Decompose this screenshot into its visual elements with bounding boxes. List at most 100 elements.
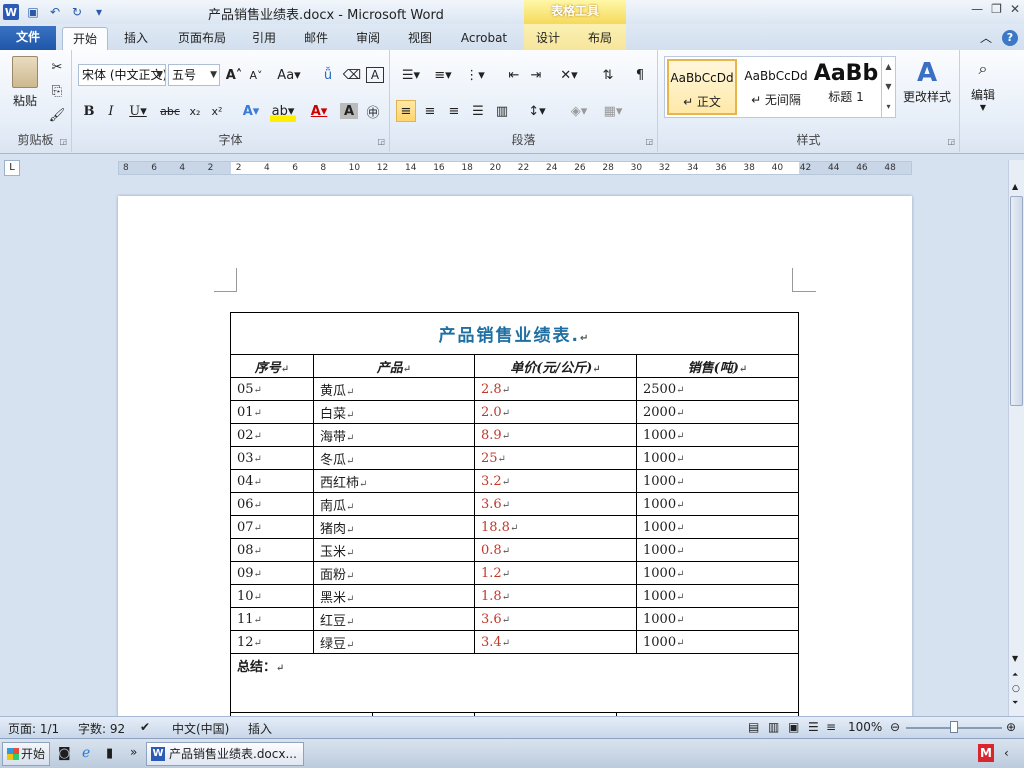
redo-icon[interactable]: ↻ [69,4,85,20]
tab-selector[interactable]: L [4,160,20,176]
zoom-slider-thumb[interactable] [950,721,958,733]
tab-references[interactable]: 引用 [244,27,284,50]
reading-view-icon[interactable]: ▥ [768,720,779,734]
borders-icon[interactable]: ▦▾ [600,100,626,122]
styles-launcher-icon[interactable]: ◲ [947,137,955,146]
cut-icon[interactable]: ✂ [48,56,66,78]
cell-index[interactable]: 03↵ [230,446,314,470]
tab-page-layout[interactable]: 页面布局 [170,27,234,50]
document-page[interactable]: 产品销售业绩表.↵ 序号↵ 产品↵ 单价(元/公斤)↵ 销售(吨)↵ 05↵ 黄瓜… [118,196,912,716]
taskbar-word-window[interactable]: W 产品销售业绩表.docx... [146,742,304,766]
cell-index[interactable]: 11↵ [230,607,314,631]
cell-price[interactable]: 2.0↵ [474,400,637,424]
header-sales[interactable]: 销售(吨)↵ [636,354,799,378]
style-no-spacing[interactable]: AaBbCcDd ↵ 无间隔 [741,59,811,115]
cell-sales[interactable]: 1000↵ [636,515,799,539]
editing-button[interactable]: ⌕ 编辑 ▼ [964,58,1002,120]
minimize-icon[interactable]: — [971,2,983,16]
font-name-dropdown-icon[interactable]: ▼ [156,65,163,85]
cell-product[interactable]: 黑米↵ [313,584,475,608]
align-center-icon[interactable]: ≡ [420,100,440,122]
clipboard-launcher-icon[interactable]: ◲ [59,137,67,146]
tab-review[interactable]: 审阅 [348,27,388,50]
cell-product[interactable]: 西红柿↵ [313,469,475,493]
align-right-icon[interactable]: ≡ [444,100,464,122]
cell-price[interactable]: 2.8↵ [474,377,637,401]
customize-qat-icon[interactable]: ▾ [91,4,107,20]
clear-format-icon[interactable]: ⌫ [342,64,362,86]
tab-acrobat[interactable]: Acrobat [452,27,516,50]
close-icon[interactable]: ✕ [1010,2,1020,16]
tab-file[interactable]: 文件 [0,26,56,50]
start-button[interactable]: 开始 [2,742,50,766]
cell-product[interactable]: 红豆↵ [313,607,475,631]
language-indicator[interactable]: 中文(中国) [172,720,229,737]
table-title-cell[interactable]: 产品销售业绩表.↵ [230,312,799,355]
numbering-icon[interactable]: ≡▾ [430,64,456,86]
cell-index[interactable]: 09↵ [230,561,314,585]
horizontal-ruler[interactable]: 8 6 4 2 2 4 6 8 10 12 14 16 18 20 22 24 26 28 30 32 34 36 38 40… [118,161,912,175]
justify-icon[interactable]: ☰ [468,100,488,122]
cell-sales[interactable]: 1000↵ [636,492,799,516]
char-shading-icon[interactable]: A [340,103,358,119]
summary-cell[interactable]: 总结：↵ [230,653,799,713]
paragraph-launcher-icon[interactable]: ◲ [645,137,653,146]
cell-price[interactable]: 1.8↵ [474,584,637,608]
text-effects-icon[interactable]: A▾ [238,100,264,122]
style-normal[interactable]: AaBbCcDd ↵ 正文 [667,59,737,115]
save-icon[interactable]: ▣ [25,4,41,20]
cell-product[interactable]: 猪肉↵ [313,515,475,539]
enclose-char-icon[interactable]: ㊥ [364,100,382,122]
quicklaunch-more-icon[interactable]: » [130,745,137,759]
cell-sales[interactable]: 1000↵ [636,469,799,493]
draft-view-icon[interactable]: ≡ [826,720,836,734]
font-size-dropdown-icon[interactable]: ▼ [210,65,217,85]
tab-insert[interactable]: 插入 [116,27,156,50]
word-count[interactable]: 字数: 92 [78,720,125,737]
cell-product[interactable]: 海带↵ [313,423,475,447]
cell-product[interactable]: 玉米↵ [313,538,475,562]
cell-price[interactable]: 1.2↵ [474,561,637,585]
zoom-in-icon[interactable]: ⊕ [1006,720,1016,734]
help-icon[interactable]: ? [1002,29,1018,46]
quicklaunch-ie-icon[interactable]: ℯ [82,745,90,761]
quicklaunch-app-icon[interactable]: ▮ [106,746,113,761]
tab-mailings[interactable]: 邮件 [296,27,336,50]
cell-price[interactable]: 3.6↵ [474,607,637,631]
paste-button[interactable]: 粘贴 [8,56,42,116]
cell-index[interactable]: 08↵ [230,538,314,562]
cell-sales[interactable]: 1000↵ [636,446,799,470]
change-case-icon[interactable]: Aa▾ [276,64,302,86]
print-layout-icon[interactable]: ▤ [748,720,759,734]
scroll-down-icon[interactable]: ▼ [1012,654,1018,663]
restore-icon[interactable]: ❐ [991,2,1002,16]
tab-table-design[interactable]: 设计 [528,27,568,50]
tab-home[interactable]: 开始 [62,27,108,50]
char-border-icon[interactable]: A [366,67,384,83]
cell-index[interactable]: 10↵ [230,584,314,608]
prev-page-icon[interactable]: ⏶ [1012,670,1018,680]
grow-font-icon[interactable]: A˄ [224,64,244,86]
header-index[interactable]: 序号↵ [230,354,314,378]
phonetic-guide-icon[interactable]: ǚ [318,64,338,86]
line-spacing-icon[interactable]: ↕▾ [524,100,550,122]
distributed-icon[interactable]: ▥ [492,100,512,122]
zoom-level[interactable]: 100% [848,720,882,734]
font-name-combo[interactable]: 宋体 (中文正文) ▼ [78,64,166,86]
decrease-indent-icon[interactable]: ⇤ [504,64,524,86]
cell-product[interactable]: 黄瓜↵ [313,377,475,401]
scroll-up-icon[interactable]: ▲ [1012,182,1018,191]
word-app-icon[interactable]: W [3,4,19,20]
chinese-layout-icon[interactable]: ✕▾ [556,64,582,86]
font-size-combo[interactable]: 五号 ▼ [168,64,220,86]
insert-mode-indicator[interactable]: 插入 [248,720,272,737]
sales-table[interactable]: 产品销售业绩表.↵ 序号↵ 产品↵ 单价(元/公斤)↵ 销售(吨)↵ 05↵ 黄瓜… [230,312,799,716]
shrink-font-icon[interactable]: A˅ [246,64,266,86]
tab-view[interactable]: 视图 [400,27,440,50]
tab-table-layout[interactable]: 布局 [580,27,620,50]
increase-indent-icon[interactable]: ⇥ [526,64,546,86]
cell-index[interactable]: 04↵ [230,469,314,493]
cell-sales[interactable]: 1000↵ [636,630,799,654]
quicklaunch-desktop-icon[interactable]: ◙ [58,746,71,761]
bold-icon[interactable]: B [80,100,98,122]
